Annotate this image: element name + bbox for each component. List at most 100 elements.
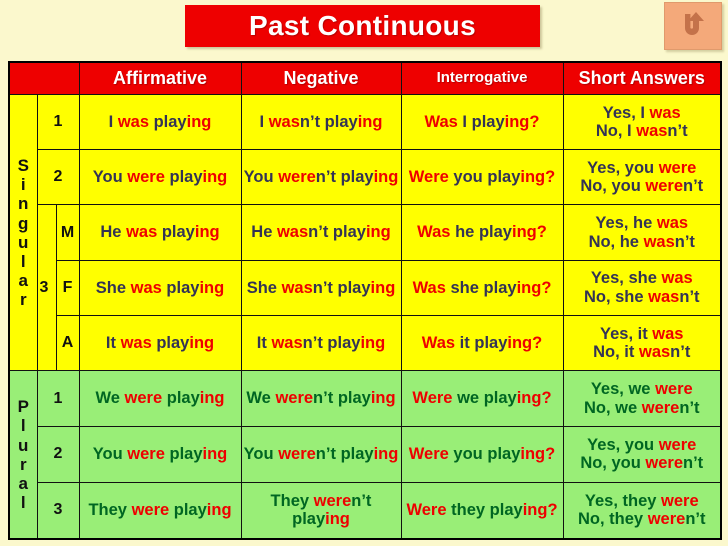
table-row: 2 You were playing You weren’t playing Were… xyxy=(9,149,722,206)
negation: n’t xyxy=(302,333,323,352)
subject: They xyxy=(88,501,127,520)
cell-affirmative: We were playing xyxy=(78,370,242,427)
verb-stem: play xyxy=(169,445,203,464)
verb-ending: ing xyxy=(516,389,542,408)
column-header-affirmative: Affirmative xyxy=(78,61,242,95)
group-label-letter: P xyxy=(17,397,29,417)
auxiliary: Were xyxy=(406,501,447,520)
verb-ending: ing xyxy=(357,112,383,131)
group-label-letter: i xyxy=(20,175,26,195)
cell-short-answers: Yes, she was No, she wasn’t xyxy=(562,259,722,316)
verb-ending: ing xyxy=(206,501,232,520)
group-label-letter: a xyxy=(18,270,28,290)
auxiliary: were xyxy=(124,389,163,408)
verb-ending: ing xyxy=(373,168,399,187)
cell-interrogative: Was he playing? xyxy=(400,204,564,261)
verb-stem: play xyxy=(340,168,374,187)
person-number: 1 xyxy=(36,370,80,427)
table-row: 2 You were playing You weren’t playing Were… xyxy=(9,425,722,483)
auxiliary: was xyxy=(643,232,675,251)
negation: n’t xyxy=(313,389,334,408)
question-mark: ? xyxy=(532,333,543,352)
auxiliary: were xyxy=(131,501,170,520)
group-label-letter: l xyxy=(20,416,26,436)
auxiliary: were xyxy=(278,445,316,464)
cell-negative: He wasn’t playing xyxy=(240,204,402,261)
negation: n’t xyxy=(667,122,688,141)
cell-affirmative: She was playing xyxy=(78,259,242,316)
verb-stem: play xyxy=(327,333,361,352)
auxiliary: was xyxy=(130,278,162,297)
auxiliary: was xyxy=(648,287,680,306)
subject: I xyxy=(462,112,468,131)
cell-affirmative: You were playing xyxy=(78,149,242,206)
back-button[interactable] xyxy=(664,2,722,50)
verb-stem: play xyxy=(173,501,207,520)
auxiliary: were xyxy=(658,158,697,177)
verb-stem: play xyxy=(478,223,512,242)
subject: you xyxy=(453,445,483,464)
short-answer-yes: Yes, he was xyxy=(564,214,721,232)
subject: I xyxy=(259,112,265,131)
subject: He xyxy=(100,223,122,242)
short-answer-no: No, you weren’t xyxy=(564,454,721,472)
subject: We xyxy=(95,389,120,408)
verb-ending: ing xyxy=(360,333,386,352)
question-mark: ? xyxy=(541,278,552,297)
subject: we xyxy=(457,389,480,408)
auxiliary: was xyxy=(649,103,681,122)
table-row: 3 M He was playing He wasn’t playing Was he … xyxy=(9,204,722,372)
group-label-letter: u xyxy=(18,435,29,455)
auxiliary: Was xyxy=(421,333,456,352)
group-label-plural: Plural xyxy=(8,370,38,540)
question-mark: ? xyxy=(545,445,556,464)
cell-interrogative: Was I playing? xyxy=(400,93,564,151)
auxiliary: was xyxy=(120,333,152,352)
table-row: 3 They were playing They weren’t playing We… xyxy=(9,481,722,540)
short-answer-yes: Yes, you were xyxy=(564,436,721,454)
auxiliary: was xyxy=(268,112,300,131)
cell-short-answers: Yes, they were No, they weren’t xyxy=(562,481,722,540)
verb-ending: ing xyxy=(504,112,530,131)
short-answer-no: No, we weren’t xyxy=(564,399,721,417)
short-answer-yes: Yes, I was xyxy=(564,104,721,122)
cell-affirmative: You were playing xyxy=(78,425,242,483)
verb-stem: play xyxy=(471,112,505,131)
verb-ending: ing xyxy=(189,333,215,352)
question-mark: ? xyxy=(536,223,547,242)
verb-stem: play xyxy=(340,445,374,464)
verb-ending: ing xyxy=(199,389,225,408)
auxiliary: were xyxy=(641,398,680,417)
short-answer-no: No, he wasn’t xyxy=(564,233,721,251)
table-row: Singular1I was playing I wasn’t playing Wa… xyxy=(8,93,722,372)
subject: She xyxy=(246,278,277,297)
short-answer-no: No, it wasn’t xyxy=(564,343,721,361)
group-label-letter: n xyxy=(18,194,29,214)
answer-lead: No, they xyxy=(578,510,644,529)
gender-label: F xyxy=(55,259,80,316)
cell-short-answers: Yes, we were No, we weren’t xyxy=(562,370,722,427)
verb-stem: play xyxy=(337,389,371,408)
group-label-letter: u xyxy=(18,232,29,252)
verb-stem: play xyxy=(337,278,371,297)
group-label-letter: l xyxy=(20,251,26,271)
negation: n’t xyxy=(679,287,700,306)
auxiliary: was xyxy=(126,223,158,242)
question-mark: ? xyxy=(529,112,540,131)
question-mark: ? xyxy=(547,501,558,520)
auxiliary: were xyxy=(313,491,352,510)
cell-short-answers: Yes, he was No, he wasn’t xyxy=(562,204,722,261)
verb-ending: ing xyxy=(325,510,350,529)
cell-affirmative: I was playing xyxy=(78,93,242,151)
negation: n’t xyxy=(674,232,695,251)
auxiliary: was xyxy=(117,112,149,131)
cell-short-answers: Yes, I was No, I wasn’t xyxy=(562,93,722,151)
subject: It xyxy=(256,333,267,352)
verb-stem: play xyxy=(166,278,200,297)
verb-ending: ing xyxy=(186,112,212,131)
person-marker-third: 3 xyxy=(36,204,57,372)
cell-short-answers: Yes, you were No, you weren’t xyxy=(562,149,722,206)
question-mark: ? xyxy=(545,168,556,187)
auxiliary: was xyxy=(656,214,689,233)
auxiliary: Were xyxy=(408,445,449,464)
